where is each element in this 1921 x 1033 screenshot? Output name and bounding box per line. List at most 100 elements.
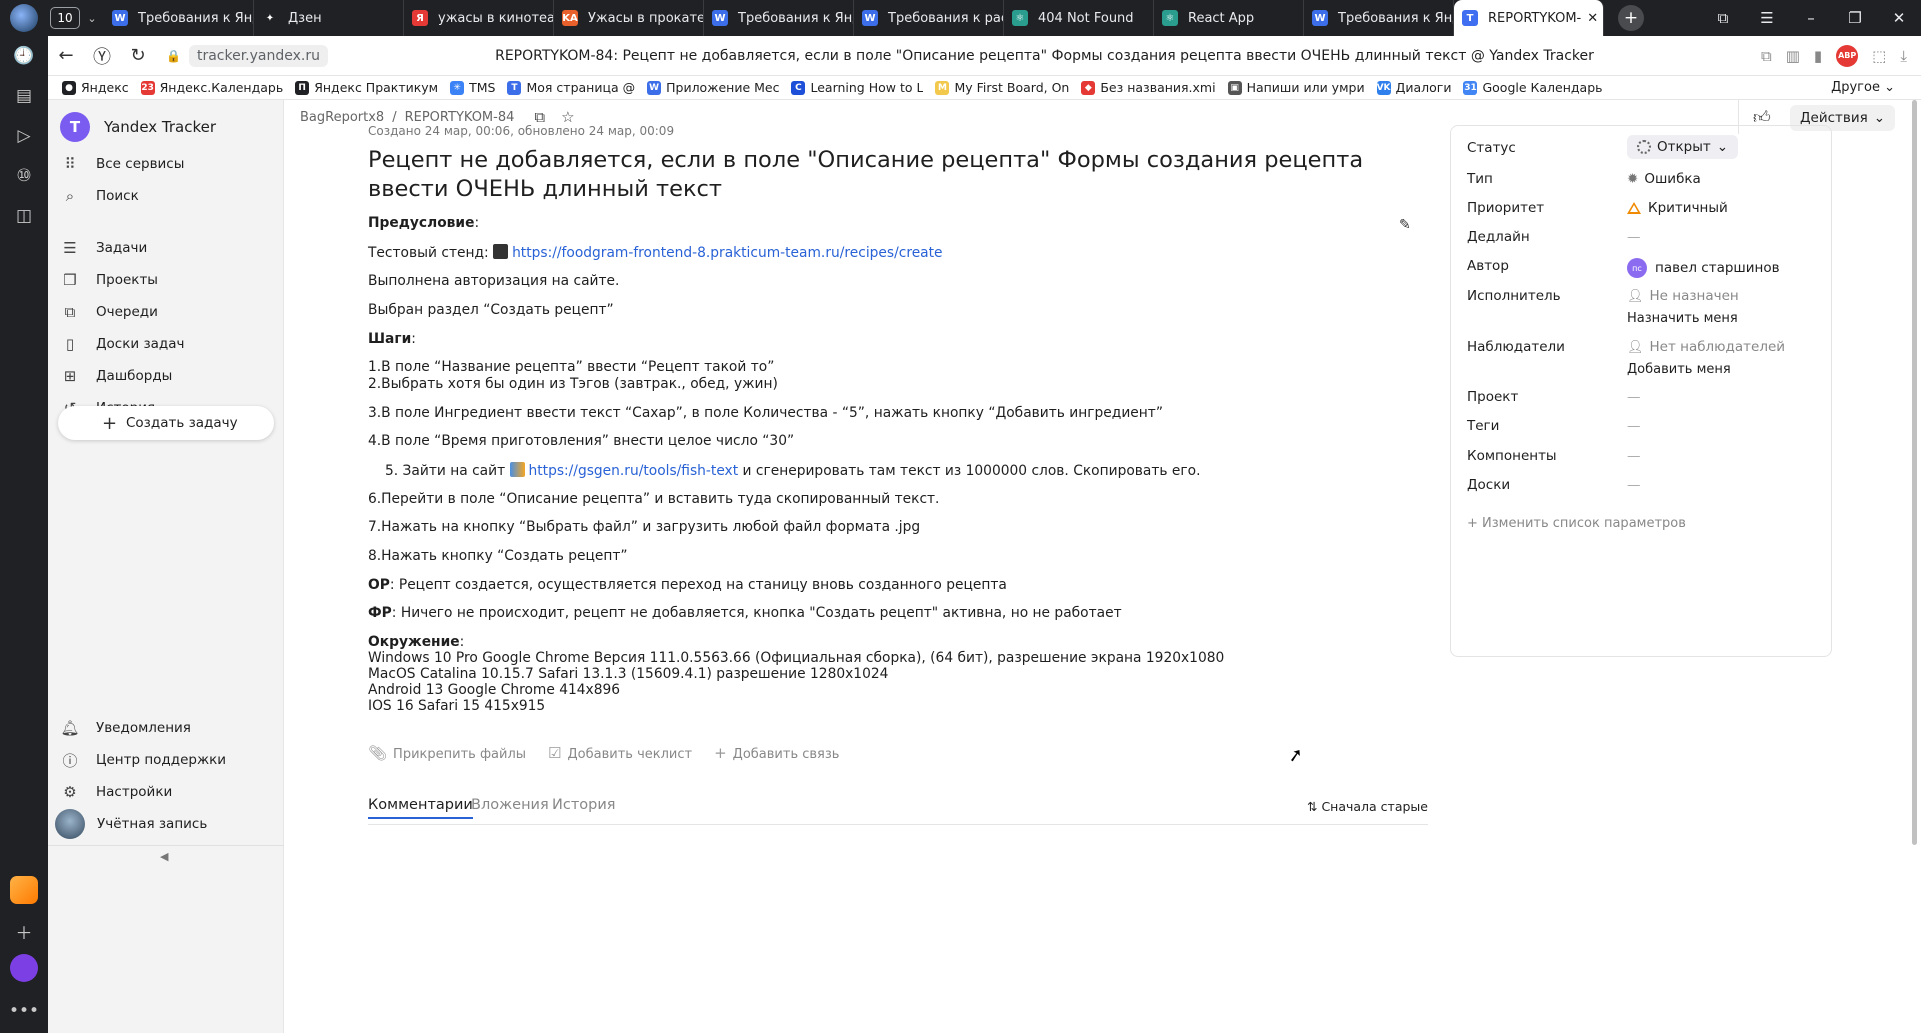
bookmark-item[interactable]: C Learning How to L (791, 80, 923, 95)
bookmark-item[interactable]: П Яндекс Практикум (295, 80, 438, 95)
browser-tab[interactable]: Яужасы в кинотеат (404, 0, 554, 36)
bookmarks-panel-icon[interactable]: ⧉ (1701, 9, 1745, 27)
change-params-link[interactable]: + Изменить список параметров (1467, 516, 1686, 531)
collapse-sidebar-icon[interactable]: ◀ (160, 850, 168, 863)
new-tab-button[interactable]: + (1618, 5, 1644, 31)
project-value[interactable]: — (1627, 389, 1641, 405)
play-icon[interactable]: ▷ (8, 120, 40, 152)
browser-profile-icon[interactable] (10, 4, 38, 32)
status-dropdown[interactable]: Открыт ⌄ (1627, 135, 1739, 159)
more-icon[interactable]: ••• (8, 995, 40, 1027)
type-value[interactable]: ✹ Ошибка (1627, 171, 1701, 187)
browser-tab[interactable]: ⚛ 404 Not Found (1004, 0, 1154, 36)
sidebar-item-queues[interactable]: ⧉ Очереди (60, 298, 272, 326)
expected-result: : Рецепт создается, осуществляется перех… (389, 577, 1007, 593)
sidebar-item-projects[interactable]: ❒ Проекты (60, 266, 272, 294)
bookmark-item[interactable]: ▣ Напиши или умри (1227, 80, 1365, 95)
add-panel-icon[interactable]: ＋ (8, 915, 40, 947)
bookmark-item[interactable]: M My First Board, On (935, 80, 1069, 95)
reload-button[interactable]: ↻ (120, 45, 156, 66)
assignee-value[interactable]: 👤︎ Не назначен (1627, 288, 1739, 304)
bookmark-item[interactable]: 23 Яндекс.Календарь (140, 80, 283, 95)
bookmark-item[interactable]: ✳ TMS (450, 80, 495, 95)
assign-me-link[interactable]: Назначить меня (1627, 311, 1738, 326)
sidebar-item-dashboards[interactable]: ⊞ Дашборды (60, 362, 272, 390)
create-task-button[interactable]: + Создать задачу (58, 406, 274, 440)
scrollbar[interactable] (1912, 100, 1917, 845)
restore-button[interactable]: ❐ (1833, 9, 1877, 27)
issue-title[interactable]: Рецепт не добавляется, если в поле "Опис… (368, 146, 1418, 204)
bookmark-item[interactable]: T Моя страница @ (507, 80, 635, 95)
extensions-icon[interactable]: ⬚ (1872, 47, 1886, 65)
sidebar-item-tasks[interactable]: ☰ Задачи (60, 234, 272, 262)
yandex-icon[interactable]: Ⓨ (84, 43, 120, 69)
translate-icon[interactable]: ⧉ (1761, 47, 1772, 65)
bookmarks-other[interactable]: Другое ⌄ (1831, 80, 1895, 95)
add-link-button[interactable]: + Добавить связь (714, 744, 839, 762)
collections-icon[interactable]: ▤ (8, 80, 40, 112)
tags-value[interactable]: — (1627, 418, 1641, 434)
browser-tab[interactable]: W Требования к Янд (1304, 0, 1454, 36)
browser-tab[interactable]: W Требования к Янд (704, 0, 854, 36)
tab-favicon-icon: Я (412, 10, 428, 26)
bookmark-item[interactable]: W Приложение Мес (647, 80, 779, 95)
minimize-button[interactable]: – (1789, 9, 1833, 27)
precondition-label: Предусловие (368, 215, 475, 231)
sidebar: T Yandex Tracker ⠿ Все сервисы ⌕ Поиск ☰… (48, 100, 284, 1033)
url-field[interactable]: tracker.yandex.ru (188, 44, 328, 67)
browser-tab[interactable]: ✦ Дзен (254, 0, 404, 36)
adblock-icon[interactable]: ABP (1836, 44, 1859, 67)
sidebar-item-search[interactable]: ⌕ Поиск (60, 182, 272, 210)
tab-counter[interactable]: 10 (50, 7, 80, 29)
sort-order-button[interactable]: ⇅ Сначала старые (1307, 799, 1428, 814)
browser-tab[interactable]: T REPORTYKOM- ✕ (1454, 0, 1604, 36)
history-clock-icon[interactable]: 🕘 (8, 40, 40, 72)
sidebar-item-all-services[interactable]: ⠿ Все сервисы (60, 150, 272, 178)
priority-value[interactable]: Критичный (1627, 200, 1728, 216)
bookmark-icon[interactable]: ▮ (1814, 47, 1822, 65)
followers-value[interactable]: 👤︎ Нет наблюдателей (1627, 339, 1785, 355)
bookmark-item[interactable]: ◆ Без названия.xmi (1081, 80, 1216, 95)
bookmark-item[interactable]: ● Яндекс (62, 80, 129, 95)
bookmark-favicon-icon: П (295, 80, 310, 95)
sidebar-item-account[interactable]: Учётная запись (55, 809, 272, 839)
alice-icon[interactable] (10, 954, 38, 982)
browser-tab[interactable]: W Требования к рас (854, 0, 1004, 36)
mail-app-icon[interactable] (10, 876, 38, 904)
tabs-count-icon[interactable]: ⑩ (8, 160, 40, 192)
add-follower-link[interactable]: Добавить меня (1627, 362, 1731, 377)
sidebar-item-notifications[interactable]: 🔔︎ Уведомления (60, 714, 272, 742)
edit-pencil-icon[interactable]: ✎ (1399, 217, 1411, 233)
param-label: Наблюдатели (1467, 339, 1565, 355)
sidebar-item-settings[interactable]: ⚙ Настройки (60, 778, 272, 806)
reader-icon[interactable]: ▥ (1786, 47, 1800, 65)
tab-attachments[interactable]: Вложения (471, 797, 549, 813)
bookmark-item[interactable]: 31 Google Календарь (1463, 80, 1603, 95)
browser-tab[interactable]: W Требования к Янд (104, 0, 254, 36)
screenshot-icon[interactable]: ◫ (8, 200, 40, 232)
components-value[interactable]: — (1627, 448, 1641, 464)
tab-history[interactable]: История (552, 797, 616, 813)
browser-tab[interactable]: ⚛ React App (1154, 0, 1304, 36)
sidebar-item-support[interactable]: ⓘ Центр поддержки (60, 746, 272, 774)
tab-comments[interactable]: Комментарии (368, 797, 473, 819)
stand-link[interactable]: https://foodgram-frontend-8.prakticum-te… (512, 245, 942, 261)
sidebar-item-boards[interactable]: ▯ Доски задач (60, 330, 272, 358)
close-tab-icon[interactable]: ✕ (1581, 11, 1598, 26)
back-button[interactable]: ← (48, 45, 84, 66)
deadline-value[interactable]: — (1627, 229, 1641, 245)
menu-icon[interactable]: ☰ (1745, 9, 1789, 27)
chevron-down-icon[interactable]: ⌄ (80, 12, 104, 25)
close-window-button[interactable]: ✕ (1877, 9, 1921, 27)
add-checklist-button[interactable]: ☑ Добавить чеклист (548, 744, 692, 762)
fish-text-link[interactable]: https://gsgen.ru/tools/fish-text (529, 463, 739, 479)
tracker-app: T Yandex Tracker ⠿ Все сервисы ⌕ Поиск ☰… (48, 100, 1921, 1033)
browser-tab[interactable]: KA Ужасы в прокате (554, 0, 704, 36)
attach-files-button[interactable]: 📎︎ Прикрепить файлы (368, 744, 526, 762)
boards-value[interactable]: — (1627, 477, 1641, 493)
breadcrumb-issue-key[interactable]: REPORTYKOM-84 (405, 110, 515, 125)
download-icon[interactable]: ⤓ (1900, 47, 1907, 65)
breadcrumb-queue[interactable]: BagReportx8 (300, 110, 384, 125)
author-value[interactable]: пс павел старшинов (1627, 258, 1780, 278)
bookmark-item[interactable]: VK Диалоги (1376, 80, 1451, 95)
